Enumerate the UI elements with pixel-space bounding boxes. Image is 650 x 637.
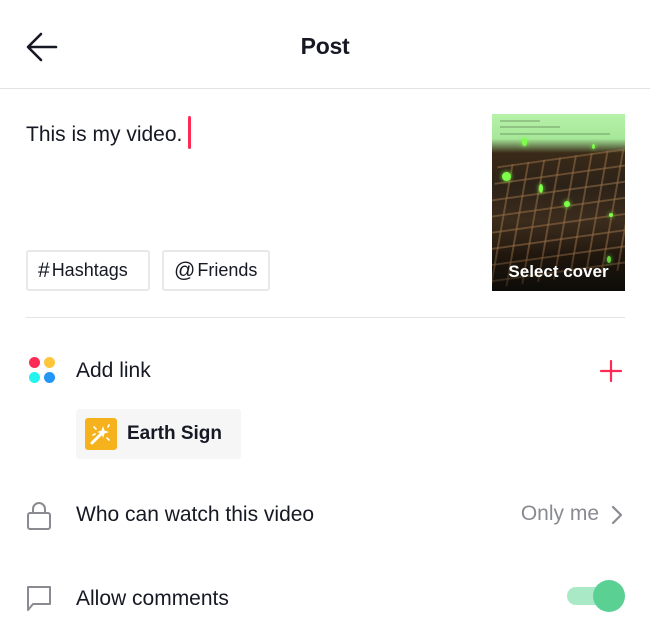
add-link-row[interactable]: Add link bbox=[0, 345, 650, 395]
allow-comments-row: Allow comments bbox=[0, 573, 650, 623]
thumbnail-spark bbox=[592, 144, 595, 149]
privacy-row[interactable]: Who can watch this video Only me bbox=[0, 490, 650, 540]
linked-effect-label: Earth Sign bbox=[127, 423, 223, 444]
friends-button[interactable]: @ Friends bbox=[162, 250, 270, 291]
select-cover-label: Select cover bbox=[508, 262, 609, 281]
friends-label: Friends bbox=[197, 260, 258, 280]
effect-sparkle-icon bbox=[85, 418, 117, 450]
comment-icon bbox=[27, 586, 51, 611]
linked-effect-chip[interactable]: Earth Sign bbox=[76, 409, 241, 459]
section-divider bbox=[26, 317, 625, 318]
add-link-plus-button[interactable] bbox=[598, 358, 624, 384]
select-cover-thumbnail[interactable]: Select cover bbox=[492, 114, 625, 291]
thumbnail-spark bbox=[609, 213, 613, 217]
caption-input[interactable]: This is my video. bbox=[26, 116, 192, 151]
privacy-label: Who can watch this video bbox=[76, 503, 315, 526]
privacy-value: Only me bbox=[520, 502, 599, 525]
thumbnail-spark bbox=[564, 201, 570, 207]
thumbnail-spark bbox=[522, 138, 527, 146]
thumbnail-detail bbox=[500, 120, 540, 122]
text-cursor bbox=[188, 116, 192, 149]
thumbnail-detail bbox=[500, 126, 560, 128]
thumbnail-detail bbox=[500, 133, 610, 135]
add-link-label: Add link bbox=[76, 359, 151, 382]
toggle-knob bbox=[593, 580, 625, 612]
hashtags-button[interactable]: # Hashtags bbox=[26, 250, 150, 291]
thumbnail-spark bbox=[539, 184, 543, 193]
hashtags-label: Hashtags bbox=[51, 260, 128, 280]
allow-comments-label: Allow comments bbox=[76, 587, 229, 610]
hashtag-icon: # bbox=[38, 258, 50, 282]
caption-text: This is my video. bbox=[26, 122, 183, 146]
mention-icon: @ bbox=[174, 258, 196, 282]
header-bar: Post bbox=[0, 0, 650, 89]
thumbnail-spark bbox=[502, 172, 511, 181]
lock-icon bbox=[27, 502, 51, 530]
allow-comments-toggle[interactable] bbox=[567, 580, 625, 612]
plus-icon bbox=[599, 359, 623, 383]
chevron-right-icon bbox=[611, 505, 623, 525]
apps-dots-icon bbox=[29, 357, 55, 383]
page-title: Post bbox=[300, 33, 350, 59]
